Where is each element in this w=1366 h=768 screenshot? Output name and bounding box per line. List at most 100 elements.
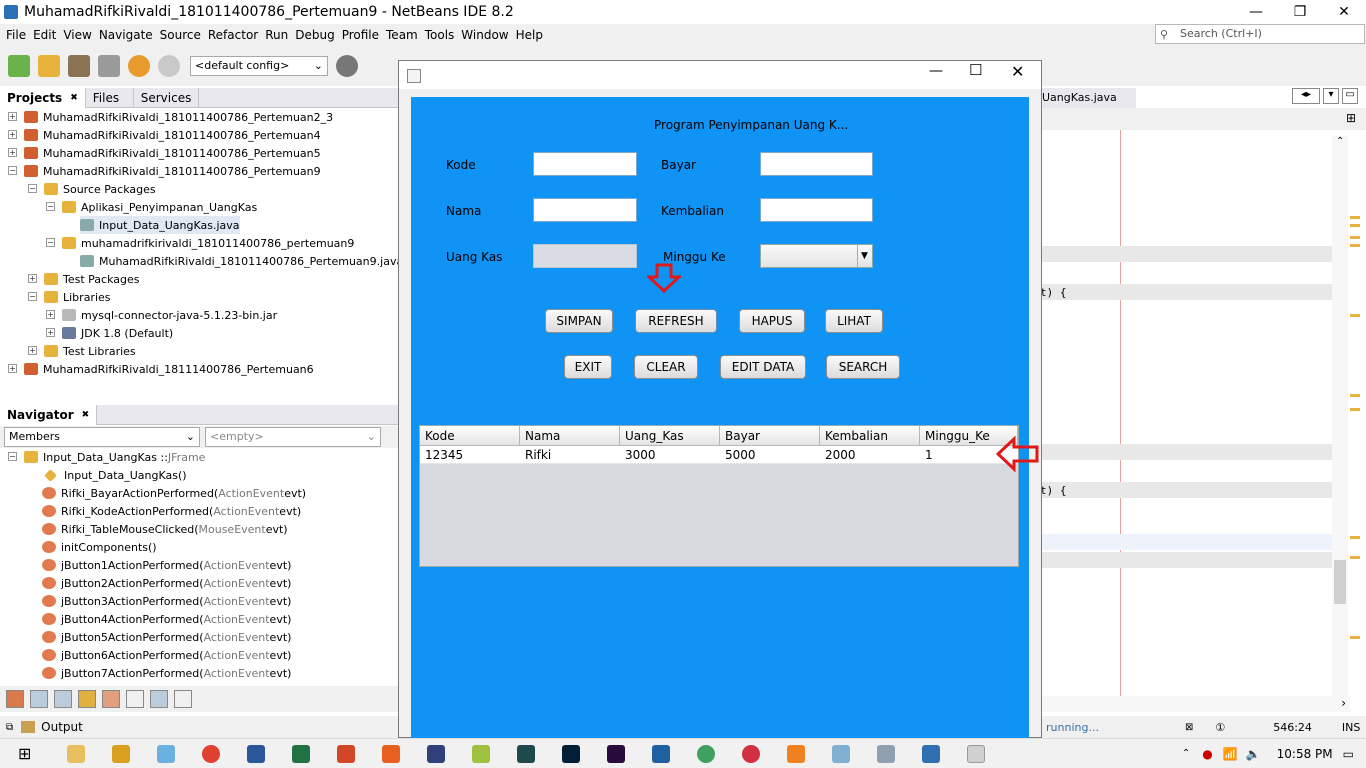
collapse-toggle[interactable]: − [46, 202, 55, 211]
tree-item[interactable]: Source Packages [44, 180, 156, 198]
marker[interactable] [1350, 236, 1360, 239]
inherited-icon[interactable] [102, 690, 120, 708]
powerpoint-icon[interactable] [337, 744, 356, 763]
close-progress-icon[interactable]: ⊠ [1185, 722, 1193, 733]
premiere-icon[interactable] [607, 744, 626, 763]
table-cell[interactable]: 5000 [720, 446, 820, 464]
tree-item[interactable]: Test Packages [44, 270, 139, 288]
tree-item[interactable]: mysql-connector-java-5.1.23-bin.jar [62, 306, 277, 324]
table-cell[interactable]: 12345 [420, 446, 520, 464]
marker[interactable] [1350, 536, 1360, 539]
collapse-toggle[interactable]: − [28, 184, 37, 193]
menu-window[interactable]: Window [461, 28, 508, 42]
menu-edit[interactable]: Edit [33, 28, 56, 42]
menu-source[interactable]: Source [160, 28, 201, 42]
minggu-ke-select[interactable]: ▼ [760, 244, 873, 268]
tool-icon[interactable] [877, 744, 896, 763]
expand-toggle[interactable]: + [46, 310, 55, 319]
network-tool-icon[interactable] [157, 744, 176, 763]
output-bar[interactable]: ⧉ Output [0, 716, 398, 738]
file-explorer-icon[interactable] [67, 744, 86, 763]
tree-item[interactable]: Libraries [44, 288, 111, 306]
clock[interactable]: 10:58 PM [1277, 747, 1333, 761]
notifications-icon[interactable]: ▭ [1343, 747, 1354, 761]
expand-toggle[interactable]: + [8, 112, 17, 121]
refresh-button[interactable]: REFRESH [635, 309, 717, 333]
media-icon[interactable] [427, 744, 446, 763]
close-button[interactable]: ✕ [1322, 0, 1366, 24]
nav-item[interactable]: jButton6ActionPerformed(ActionEvent evt) [42, 646, 291, 664]
maximize-editor-icon[interactable]: ▭ [1342, 88, 1358, 104]
menu-team[interactable]: Team [386, 28, 418, 42]
tree-item-selected[interactable]: Input_Data_UangKas.java [80, 216, 240, 234]
table-cell[interactable]: 2000 [820, 446, 920, 464]
terminal-icon[interactable] [517, 744, 536, 763]
lock-icon[interactable] [78, 690, 96, 708]
tab-files[interactable]: Files [86, 87, 134, 108]
table-cell[interactable]: Rifki [520, 446, 620, 464]
sort-icon[interactable] [126, 690, 144, 708]
data-table[interactable]: Kode Nama Uang_Kas Bayar Kembalian Mingg… [419, 425, 1019, 567]
horizontal-scrollbar[interactable]: › [1040, 696, 1350, 712]
expand-toggle[interactable]: + [46, 328, 55, 337]
nav-item[interactable]: jButton4ActionPerformed(ActionEvent evt) [42, 610, 291, 628]
pen-tool-icon[interactable] [112, 744, 131, 763]
nav-item[interactable]: initComponents() [42, 538, 157, 556]
vertical-scrollbar[interactable]: ⌃ [1332, 136, 1348, 696]
xampp-icon[interactable] [787, 744, 806, 763]
nav-item[interactable]: jButton5ActionPerformed(ActionEvent evt) [42, 628, 291, 646]
column-header[interactable]: Bayar [720, 426, 820, 446]
nav-item[interactable]: jButton2ActionPerformed(ActionEvent evt) [42, 574, 291, 592]
menu-run[interactable]: Run [265, 28, 288, 42]
close-tab-icon[interactable]: ✖ [70, 93, 78, 103]
menu-debug[interactable]: Debug [295, 28, 334, 42]
kembalian-input[interactable] [760, 198, 873, 222]
tab-editor-file[interactable]: UangKas.java ✖ [1040, 88, 1136, 124]
filter-icon[interactable] [6, 690, 24, 708]
nav-item[interactable]: Input_Data_UangKas() [44, 466, 187, 484]
nav-item[interactable]: jButton3ActionPerformed(ActionEvent evt) [42, 592, 291, 610]
marker[interactable] [1350, 636, 1360, 639]
search-button[interactable]: SEARCH [826, 355, 900, 379]
members-select[interactable]: Members ⌄ [4, 427, 200, 447]
notification-icon[interactable]: ① [1215, 721, 1225, 734]
edit-data-button[interactable]: EDIT DATA [720, 355, 806, 379]
expand-toggle[interactable]: + [28, 274, 37, 283]
split-icon[interactable]: ⊞ [1346, 111, 1356, 125]
notepad-icon[interactable] [832, 744, 851, 763]
expand-toggle[interactable]: + [8, 148, 17, 157]
tree-item[interactable]: Aplikasi_Penyimpanan_UangKas [62, 198, 257, 216]
photoshop-icon[interactable] [562, 744, 581, 763]
globe-icon[interactable] [336, 55, 358, 77]
tree-item[interactable]: Test Libraries [44, 342, 136, 360]
app-minimize-button[interactable]: — [929, 63, 943, 79]
collapse-toggle[interactable]: − [28, 292, 37, 301]
tray-arrow-icon[interactable]: ⌃ [1182, 748, 1190, 759]
exit-button[interactable]: EXIT [564, 355, 612, 379]
nama-input[interactable] [533, 198, 637, 222]
windows-start-icon[interactable]: ⊞ [18, 744, 31, 763]
open-project-icon[interactable] [68, 55, 90, 77]
uang-kas-input[interactable] [533, 244, 637, 268]
maximize-button[interactable]: ❐ [1278, 0, 1322, 24]
nav-item[interactable]: Rifki_KodeActionPerformed(ActionEvent ev… [42, 502, 301, 520]
menu-help[interactable]: Help [516, 28, 543, 42]
chevron-up-icon[interactable]: ⌃ [1336, 136, 1344, 147]
office-icon[interactable] [382, 744, 401, 763]
column-header[interactable]: Kembalian [820, 426, 920, 446]
marker[interactable] [1350, 394, 1360, 397]
nav-item[interactable]: jButton7ActionPerformed(ActionEvent evt) [42, 664, 291, 682]
word-icon[interactable] [247, 744, 266, 763]
tab-navigator[interactable]: Navigator ✖ [0, 404, 98, 425]
nav-item[interactable]: Rifki_BayarActionPerformed(ActionEvent e… [42, 484, 306, 502]
red-app-icon[interactable] [742, 744, 761, 763]
chevron-right-icon[interactable]: › [1341, 696, 1346, 710]
scroll-thumb[interactable] [1334, 560, 1346, 604]
java-task-icon[interactable] [967, 744, 986, 763]
marker[interactable] [1350, 408, 1360, 411]
config-select[interactable]: <default config> ⌄ [190, 56, 328, 76]
collapse-toggle[interactable]: − [8, 166, 17, 175]
save-all-icon[interactable] [98, 55, 120, 77]
sort-by-name-icon[interactable] [150, 690, 168, 708]
marker[interactable] [1350, 224, 1360, 227]
